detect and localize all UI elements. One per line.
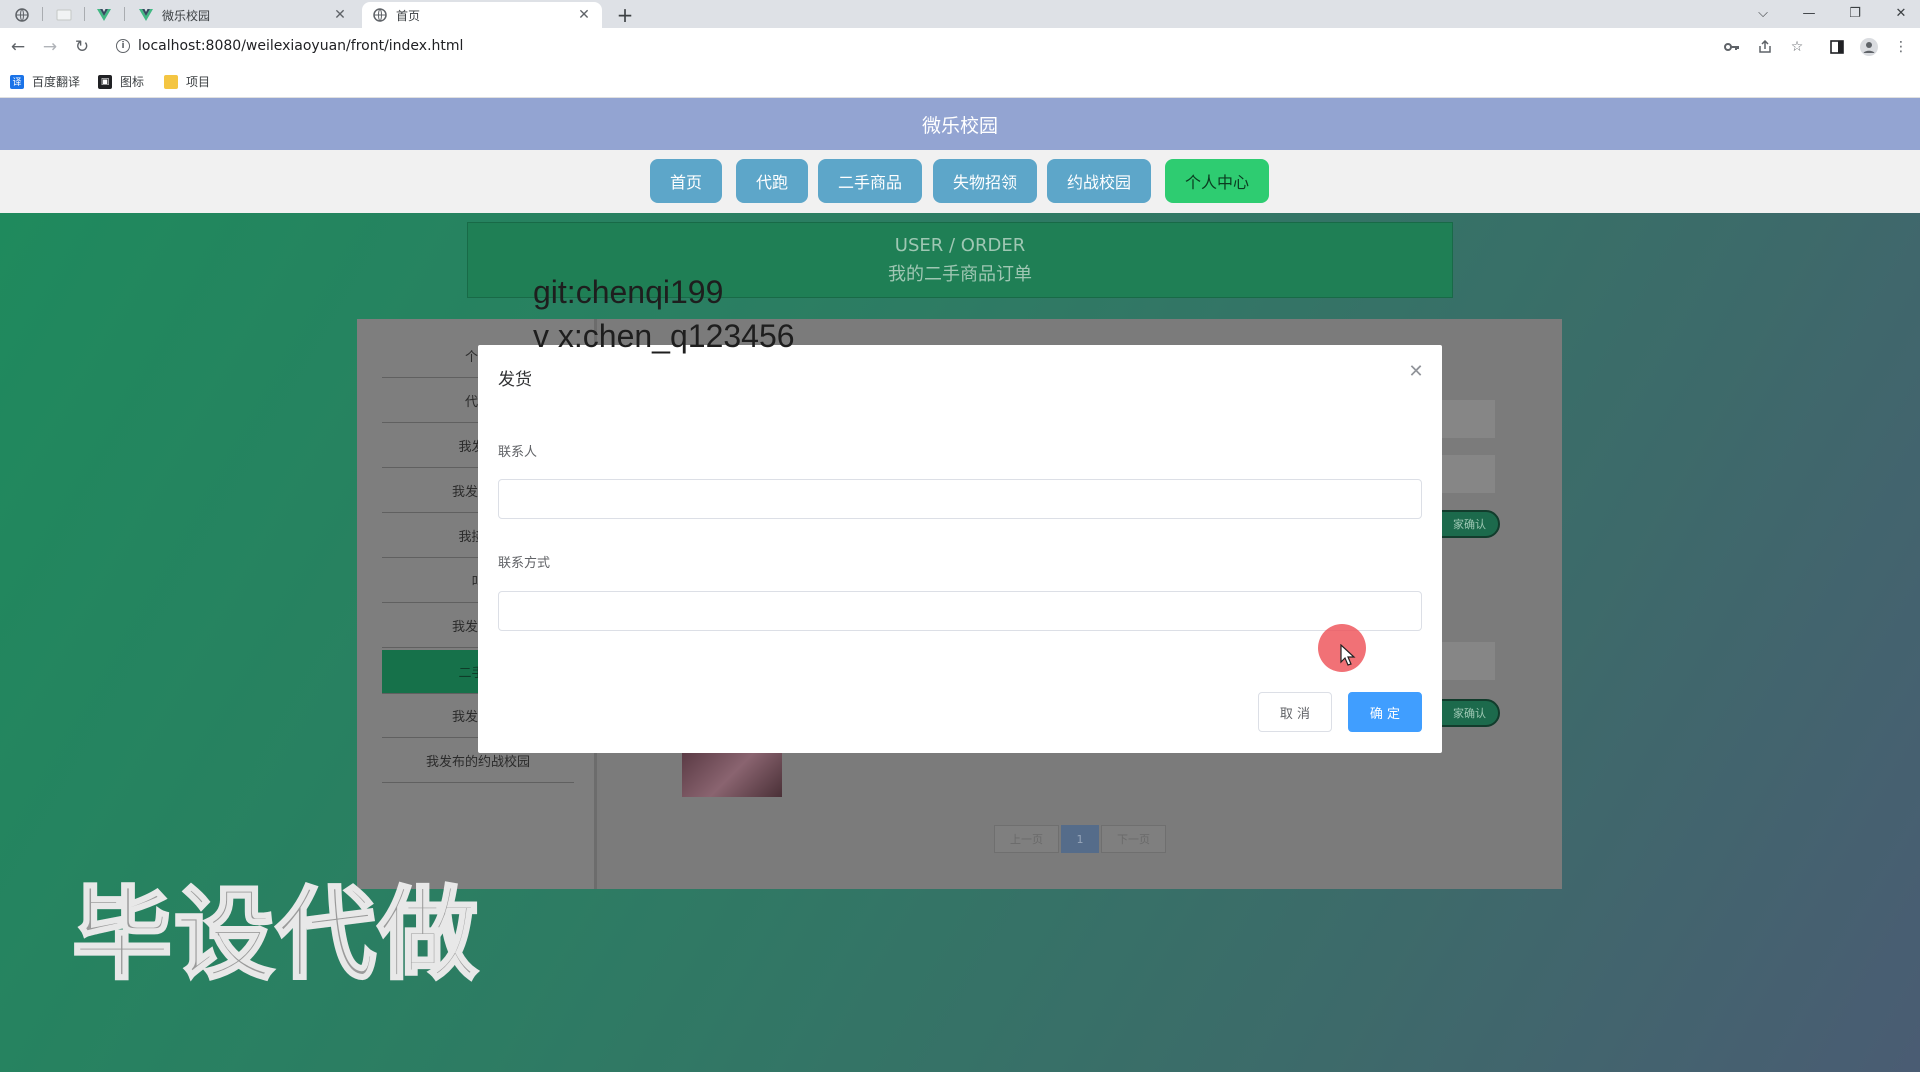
key-icon[interactable]	[1722, 37, 1742, 57]
tab-separator	[124, 7, 125, 21]
image-icon: ▣	[98, 74, 112, 89]
translate-icon: 译	[10, 74, 24, 89]
tab-close-icon[interactable]: ✕	[332, 7, 348, 23]
folder-icon	[164, 74, 178, 89]
browser-tab-bar: 微乐校园 ✕ 首页 ✕ + ⌵ — ❐ ✕	[0, 0, 1920, 28]
globe-icon	[15, 8, 29, 22]
ship-dialog: 发货 ✕ 联系人 联系方式 取 消 确 定	[478, 345, 1442, 753]
bookmarks-bar: 译 百度翻译 ▣ 图标 项目	[0, 66, 1920, 98]
pagination-prev[interactable]: 上一页	[994, 825, 1059, 853]
tab-home[interactable]: 首页 ✕	[362, 2, 602, 28]
site-title: 微乐校园	[921, 114, 998, 137]
browser-menu-icon[interactable]: ⋮	[1891, 37, 1911, 57]
bookmark-baidu-fanyi[interactable]: 译 百度翻译	[10, 73, 80, 90]
nav-lost-found[interactable]: 失物招领	[933, 159, 1037, 203]
vue-logo-icon	[138, 7, 154, 23]
pinned-tab-globe[interactable]	[2, 2, 42, 28]
share-icon[interactable]	[1755, 37, 1775, 57]
contact-person-label: 联系人	[498, 445, 538, 460]
watermark-git-line: git:chenqi199	[533, 274, 724, 310]
site-info-icon[interactable]: i	[116, 39, 130, 53]
nav-home[interactable]: 首页	[650, 159, 722, 203]
bookmark-project-folder[interactable]: 项目	[164, 73, 210, 90]
watermark-contact: git:chenqi199 v x:chen_q123456	[533, 270, 795, 358]
banner-cn-title: 我的二手商品订单	[888, 263, 1032, 285]
bookmark-label: 图标	[120, 75, 145, 89]
tab-title: 微乐校园	[162, 8, 211, 23]
tab-title: 首页	[396, 8, 421, 23]
cancel-button[interactable]: 取 消	[1258, 692, 1332, 732]
pinned-tab-vue[interactable]	[84, 2, 124, 28]
address-url[interactable]: localhost:8080/weilexiaoyuan/front/index…	[138, 38, 463, 54]
confirm-button[interactable]: 确 定	[1348, 692, 1422, 732]
nav-second-hand[interactable]: 二手商品	[818, 159, 922, 203]
pinned-tab-blank[interactable]	[44, 2, 84, 28]
pagination-next[interactable]: 下一页	[1101, 825, 1166, 853]
site-header: 微乐校园	[0, 98, 1920, 150]
nav-campus-battle[interactable]: 约战校园	[1047, 159, 1151, 203]
close-window-icon[interactable]: ✕	[1878, 0, 1920, 26]
mouse-cursor-icon	[1340, 644, 1356, 666]
address-bar[interactable]: i localhost:8080/weilexiaoyuan/front/ind…	[106, 31, 1766, 61]
product-thumbnail	[682, 752, 782, 797]
bookmark-label: 项目	[186, 75, 211, 89]
back-icon[interactable]: ←	[4, 33, 32, 61]
ad-overlay-text: 毕设代做	[71, 876, 480, 993]
forward-icon[interactable]: →	[36, 33, 64, 61]
watermark-vx-line: v x:chen_q123456	[533, 318, 795, 354]
contact-method-input[interactable]	[498, 591, 1422, 631]
tab-weilexiaoyuan[interactable]: 微乐校园 ✕	[128, 2, 358, 28]
nav-personal-center[interactable]: 个人中心	[1165, 159, 1269, 203]
bookmark-icons[interactable]: ▣ 图标	[98, 73, 144, 90]
main-nav: 首页 代跑 二手商品 失物招领 约战校园 个人中心	[0, 150, 1920, 213]
reload-icon[interactable]: ↻	[68, 33, 96, 61]
blank-page-icon	[56, 9, 72, 21]
new-tab-button[interactable]: +	[612, 2, 638, 28]
globe-icon	[372, 7, 388, 23]
bookmark-star-icon[interactable]: ☆	[1787, 37, 1807, 57]
banner-en-title: USER / ORDER	[894, 234, 1026, 256]
profile-avatar-icon[interactable]	[1859, 37, 1879, 57]
tab-separator	[42, 7, 43, 21]
minimize-icon[interactable]: —	[1786, 0, 1832, 26]
contact-person-input[interactable]	[498, 479, 1422, 519]
vue-logo-icon	[97, 9, 111, 21]
bookmark-label: 百度翻译	[32, 75, 81, 89]
close-icon[interactable]: ✕	[1406, 361, 1426, 382]
nav-errand[interactable]: 代跑	[736, 159, 808, 203]
tab-search-chevron-icon[interactable]: ⌵	[1740, 0, 1786, 26]
contact-method-label: 联系方式	[498, 556, 551, 571]
tab-close-icon[interactable]: ✕	[576, 7, 592, 23]
side-panel-icon[interactable]	[1827, 37, 1847, 57]
restore-icon[interactable]: ❐	[1832, 0, 1878, 26]
browser-toolbar: ← → ↻ i localhost:8080/weilexiaoyuan/fro…	[0, 28, 1920, 66]
pagination-current[interactable]: 1	[1061, 825, 1099, 853]
dialog-title: 发货	[498, 370, 532, 390]
